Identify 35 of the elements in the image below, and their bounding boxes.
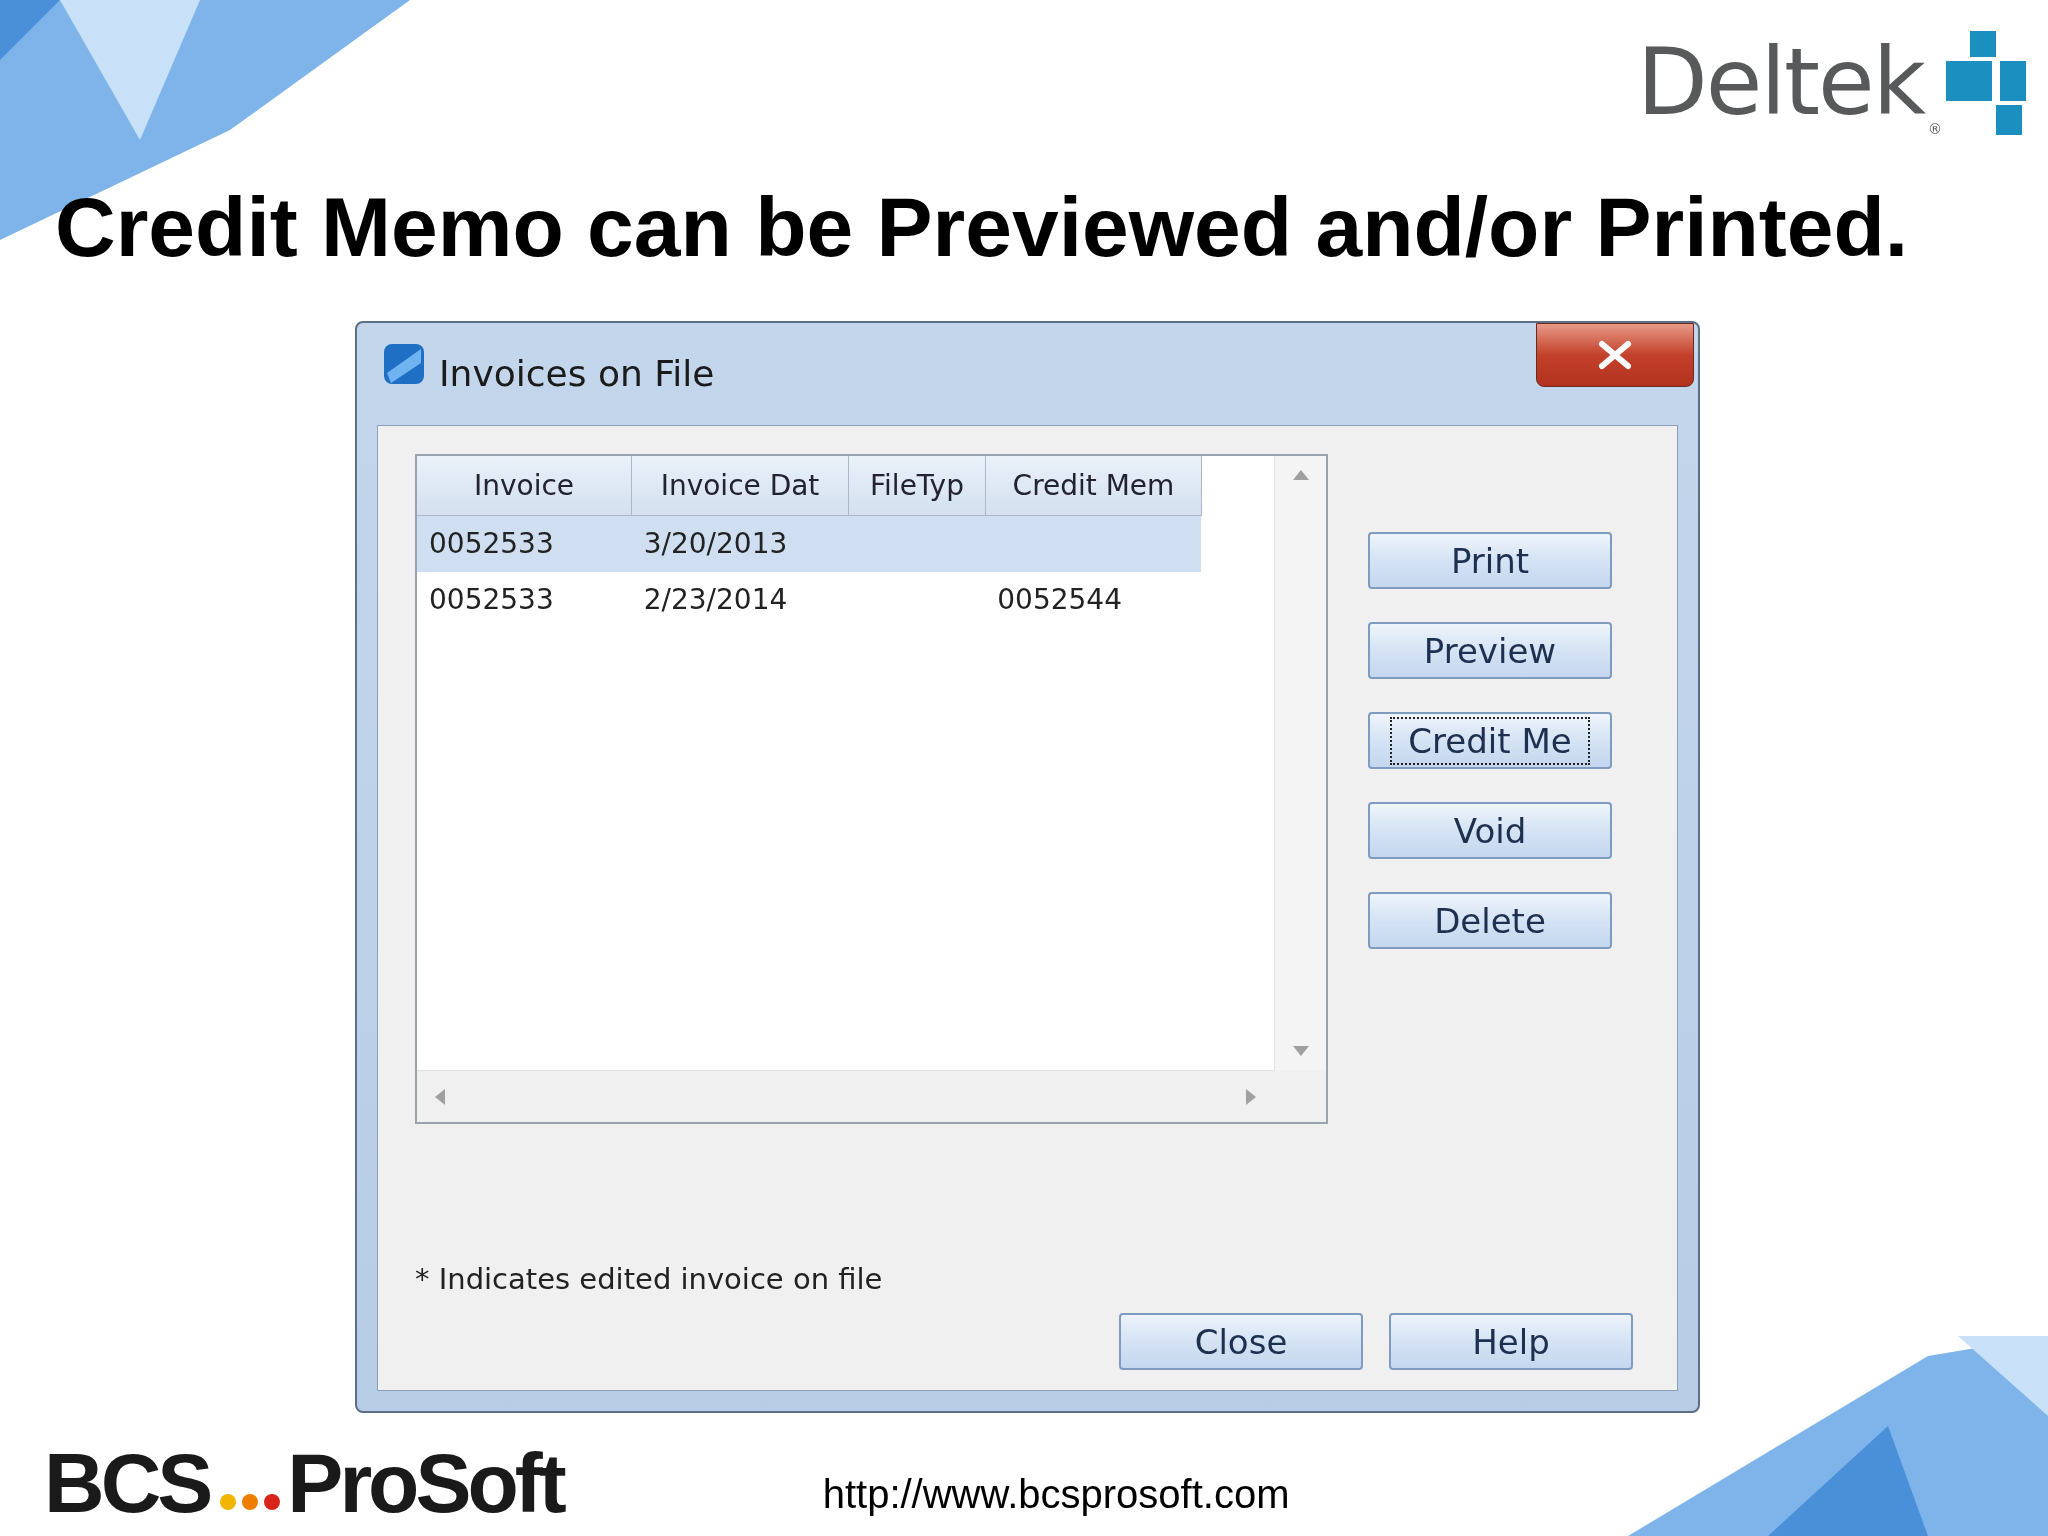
- table-row[interactable]: 0052533 2/23/2014 0052544: [417, 572, 1201, 628]
- table-cell-text: 2/23/2014: [643, 582, 788, 618]
- close-button[interactable]: [1536, 323, 1694, 387]
- table-row[interactable]: 0052533 3/20/2013: [417, 516, 1201, 572]
- column-header[interactable]: FileTyp: [849, 456, 986, 516]
- scroll-left-icon[interactable]: [435, 1088, 445, 1105]
- table-cell-text: 0052544: [997, 582, 1122, 618]
- close-icon: [1598, 340, 1632, 370]
- action-button[interactable]: Preview: [1368, 622, 1612, 679]
- action-button[interactable]: Delete: [1368, 892, 1612, 949]
- dots-icon: [219, 1493, 282, 1511]
- table-cell-text: 0052533: [429, 582, 554, 618]
- company-name: ProSoft: [287, 1441, 563, 1525]
- registered-mark: ®: [1928, 120, 1942, 139]
- table-cell-text: 0052533: [429, 526, 554, 562]
- action-button[interactable]: Void: [1368, 802, 1612, 859]
- slide-title: Credit Memo can be Previewed and/or Printed.: [55, 185, 1910, 269]
- logo-icon: [1946, 30, 2026, 135]
- brand-name: Deltek: [1637, 36, 1924, 129]
- action-button[interactable]: Print: [1368, 532, 1612, 589]
- scroll-right-icon[interactable]: [1246, 1088, 1256, 1105]
- dialog-button[interactable]: Help: [1389, 1313, 1633, 1370]
- url-text: http://www.bcsprosoft.com: [822, 1471, 1290, 1518]
- app-icon: [383, 343, 425, 385]
- company-name: BCS: [44, 1441, 210, 1525]
- footnote-text: * Indicates edited invoice on file: [415, 1260, 884, 1298]
- dialog-button[interactable]: Close: [1119, 1313, 1363, 1370]
- scroll-down-icon[interactable]: [1292, 1046, 1309, 1056]
- scroll-up-icon[interactable]: [1292, 470, 1309, 480]
- window-title: Invoices on File: [439, 352, 715, 396]
- column-header[interactable]: Invoice Dat: [632, 456, 849, 516]
- column-header[interactable]: Credit Mem: [986, 456, 1202, 516]
- column-header[interactable]: Invoice: [417, 456, 632, 516]
- table-cell-text: 3/20/2013: [643, 526, 788, 562]
- action-button[interactable]: Credit Me: [1368, 712, 1612, 769]
